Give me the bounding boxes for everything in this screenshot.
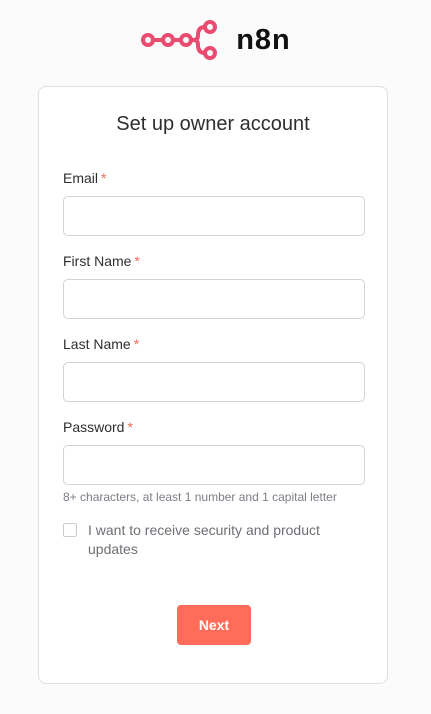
password-field[interactable] (63, 445, 365, 485)
last-name-label-text: Last Name (63, 336, 131, 352)
required-marker: * (101, 170, 107, 186)
email-label: Email * (63, 170, 106, 186)
first-name-label-text: First Name (63, 253, 132, 269)
email-field[interactable] (63, 196, 365, 236)
password-label: Password * (63, 419, 133, 435)
required-marker: * (133, 336, 140, 352)
next-button[interactable]: Next (177, 605, 251, 645)
last-name-label: Last Name * (63, 336, 139, 352)
email-label-text: Email (63, 170, 99, 186)
required-marker: * (127, 419, 133, 435)
brand-logo: n8n (0, 18, 431, 62)
updates-checkbox-label[interactable]: I want to receive security and product u… (88, 521, 363, 559)
required-marker: * (134, 253, 140, 269)
first-name-label: First Name * (63, 253, 140, 269)
n8n-nodes-icon (141, 20, 218, 60)
password-label-text: Password (63, 419, 125, 435)
form-title: Set up owner account (116, 113, 310, 135)
brand-name: n8n (236, 23, 291, 56)
setup-card: Set up owner account Email * First Name * … (38, 86, 388, 684)
last-name-field[interactable] (63, 362, 365, 402)
first-name-field[interactable] (63, 279, 365, 319)
page: n8n Set up owner account Email * First Na… (0, 0, 431, 714)
updates-checkbox[interactable] (63, 523, 77, 537)
password-hint: 8+ characters, at least 1 number and 1 c… (63, 490, 337, 504)
updates-checkbox-row[interactable]: I want to receive security and product u… (63, 521, 363, 559)
